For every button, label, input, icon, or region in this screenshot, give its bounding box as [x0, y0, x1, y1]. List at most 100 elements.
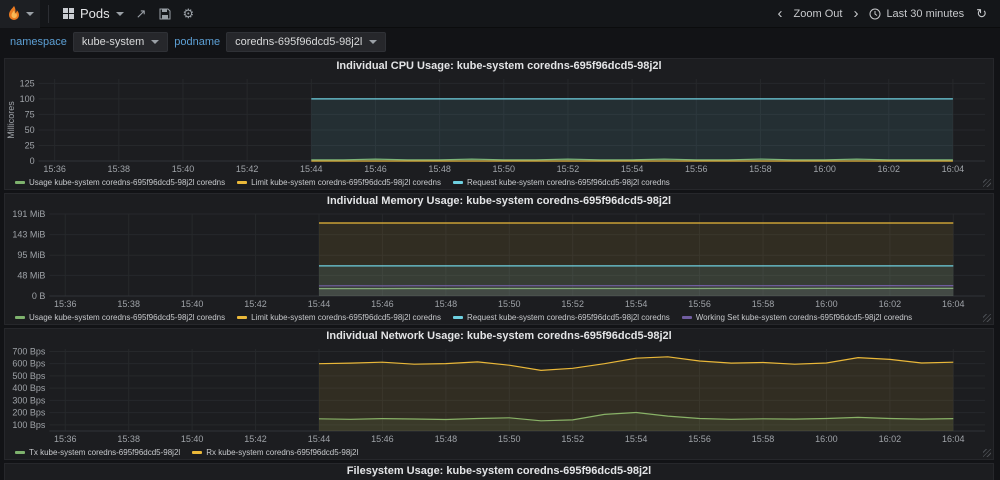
podname-value: coredns-695f96dcd5-98j2l [235, 36, 362, 48]
legend-item-request[interactable]: Request kube-system coredns-695f96dcd5-9… [453, 313, 670, 322]
namespace-value: kube-system [82, 36, 144, 48]
x-tick-label: 15:46 [371, 299, 394, 309]
dashboard-title: Pods [80, 6, 110, 21]
x-tick-label: 15:46 [364, 164, 387, 174]
y-tick-label: 25 [25, 140, 35, 150]
resize-handle[interactable] [983, 449, 991, 457]
y-tick-label: 75 [25, 109, 35, 119]
chevron-left-icon[interactable]: ‹ [774, 6, 787, 21]
legend-label: Limit kube-system coredns-695f96dcd5-98j… [251, 313, 441, 322]
y-tick-label: 300 Bps [12, 395, 46, 405]
legend-item-usage[interactable]: Usage kube-system coredns-695f96dcd5-98j… [15, 313, 225, 322]
x-tick-label: 15:54 [625, 299, 648, 309]
legend-item-limit[interactable]: Limit kube-system coredns-695f96dcd5-98j… [237, 313, 441, 322]
chevron-down-icon [26, 12, 34, 16]
x-tick-label: 15:56 [688, 299, 711, 309]
cpu-usage-chart[interactable]: 15:3615:3815:4015:4215:4415:4615:4815:50… [5, 74, 993, 176]
x-tick-label: 15:58 [752, 434, 775, 444]
namespace-dropdown[interactable]: kube-system [73, 32, 168, 52]
x-tick-label: 15:48 [435, 434, 458, 444]
legend-label: Rx kube-system coredns-695f96dcd5-98j2l [206, 448, 358, 457]
navbar-right: ‹ Zoom Out › Last 30 minutes ↻ [774, 4, 992, 24]
clock-icon [869, 8, 881, 20]
x-tick-label: 16:04 [942, 299, 965, 309]
resize-handle[interactable] [983, 314, 991, 322]
template-variables-bar: namespace kube-system podname coredns-69… [0, 28, 1000, 56]
network-usage-chart[interactable]: 15:3615:3815:4015:4215:4415:4615:4815:50… [5, 344, 993, 446]
legend-label: Working Set kube-system coredns-695f96dc… [696, 313, 912, 322]
variable-label: podname [174, 36, 220, 48]
memory-usage-chart[interactable]: 15:3615:3815:4015:4215:4415:4615:4815:50… [5, 209, 993, 311]
legend-item-usage[interactable]: Usage kube-system coredns-695f96dcd5-98j… [15, 178, 225, 187]
save-icon [159, 8, 171, 20]
panel-title[interactable]: Filesystem Usage: kube-system coredns-69… [5, 464, 993, 479]
x-tick-label: 15:50 [498, 434, 521, 444]
y-tick-label: 200 Bps [12, 408, 46, 418]
legend: Usage kube-system coredns-695f96dcd5-98j… [15, 176, 993, 189]
share-button[interactable]: ↗ [130, 4, 153, 24]
y-tick-label: 50 [25, 125, 35, 135]
x-tick-label: 15:44 [300, 164, 323, 174]
x-tick-label: 15:44 [308, 299, 331, 309]
legend-color-dash [192, 451, 202, 454]
x-tick-label: 16:04 [942, 164, 965, 174]
x-tick-label: 15:40 [181, 434, 204, 444]
legend-color-dash [453, 181, 463, 184]
y-axis-title: Millicores [6, 101, 16, 139]
y-tick-label: 500 Bps [12, 371, 46, 381]
time-range-picker[interactable]: Last 30 minutes [864, 6, 969, 22]
refresh-button[interactable]: ↻ [971, 4, 992, 24]
resize-handle[interactable] [983, 179, 991, 187]
x-tick-label: 16:02 [879, 299, 902, 309]
x-tick-label: 15:36 [43, 164, 66, 174]
series-fill-request [311, 99, 953, 161]
legend: Tx kube-system coredns-695f96dcd5-98j2l R… [15, 446, 993, 459]
panel-title[interactable]: Individual Network Usage: kube-system co… [5, 329, 993, 344]
x-tick-label: 15:50 [493, 164, 516, 174]
dashboard: Individual CPU Usage: kube-system coredn… [0, 56, 1000, 480]
panel-title[interactable]: Individual CPU Usage: kube-system coredn… [5, 59, 993, 74]
legend: Usage kube-system coredns-695f96dcd5-98j… [15, 311, 993, 324]
dashboard-picker[interactable]: Pods [57, 6, 130, 21]
y-tick-label: 100 Bps [12, 420, 46, 430]
x-tick-label: 15:58 [752, 299, 775, 309]
panel-memory-usage: Individual Memory Usage: kube-system cor… [4, 193, 994, 325]
panel-title[interactable]: Individual Memory Usage: kube-system cor… [5, 194, 993, 209]
legend-item-tx[interactable]: Tx kube-system coredns-695f96dcd5-98j2l [15, 448, 180, 457]
legend-label: Request kube-system coredns-695f96dcd5-9… [467, 313, 670, 322]
x-tick-label: 15:48 [435, 299, 458, 309]
chevron-down-icon [116, 12, 124, 16]
x-tick-label: 16:04 [942, 434, 965, 444]
chevron-right-icon[interactable]: › [849, 6, 862, 21]
legend-color-dash [453, 316, 463, 319]
y-tick-label: 48 MiB [17, 270, 45, 280]
y-tick-label: 0 B [32, 291, 46, 301]
x-tick-label: 15:42 [236, 164, 259, 174]
legend-color-dash [15, 181, 25, 184]
y-tick-label: 95 MiB [17, 250, 45, 260]
y-tick-label: 600 Bps [12, 359, 46, 369]
legend-color-dash [15, 451, 25, 454]
save-button[interactable] [153, 6, 177, 22]
grafana-menu-button[interactable] [0, 0, 40, 28]
x-tick-label: 15:42 [244, 299, 267, 309]
legend-label: Usage kube-system coredns-695f96dcd5-98j… [29, 178, 225, 187]
x-tick-label: 15:48 [428, 164, 451, 174]
legend-item-request[interactable]: Request kube-system coredns-695f96dcd5-9… [453, 178, 670, 187]
x-tick-label: 16:02 [879, 434, 902, 444]
settings-button[interactable]: ⚙ [177, 4, 201, 24]
zoom-out-button[interactable]: Zoom Out [789, 6, 848, 22]
variable-label: namespace [10, 36, 67, 48]
legend-color-dash [682, 316, 692, 319]
legend-item-limit[interactable]: Limit kube-system coredns-695f96dcd5-98j… [237, 178, 441, 187]
navbar: Pods ↗ ⚙ ‹ Zoom Out › Last 30 minutes ↻ [0, 0, 1000, 28]
legend-item-working-set[interactable]: Working Set kube-system coredns-695f96dc… [682, 313, 912, 322]
x-tick-label: 15:36 [54, 299, 77, 309]
legend-item-rx[interactable]: Rx kube-system coredns-695f96dcd5-98j2l [192, 448, 358, 457]
x-tick-label: 16:00 [815, 434, 838, 444]
legend-color-dash [237, 181, 247, 184]
legend-label: Usage kube-system coredns-695f96dcd5-98j… [29, 313, 225, 322]
chevron-down-icon [151, 40, 159, 44]
podname-dropdown[interactable]: coredns-695f96dcd5-98j2l [226, 32, 386, 52]
x-tick-label: 15:56 [685, 164, 708, 174]
